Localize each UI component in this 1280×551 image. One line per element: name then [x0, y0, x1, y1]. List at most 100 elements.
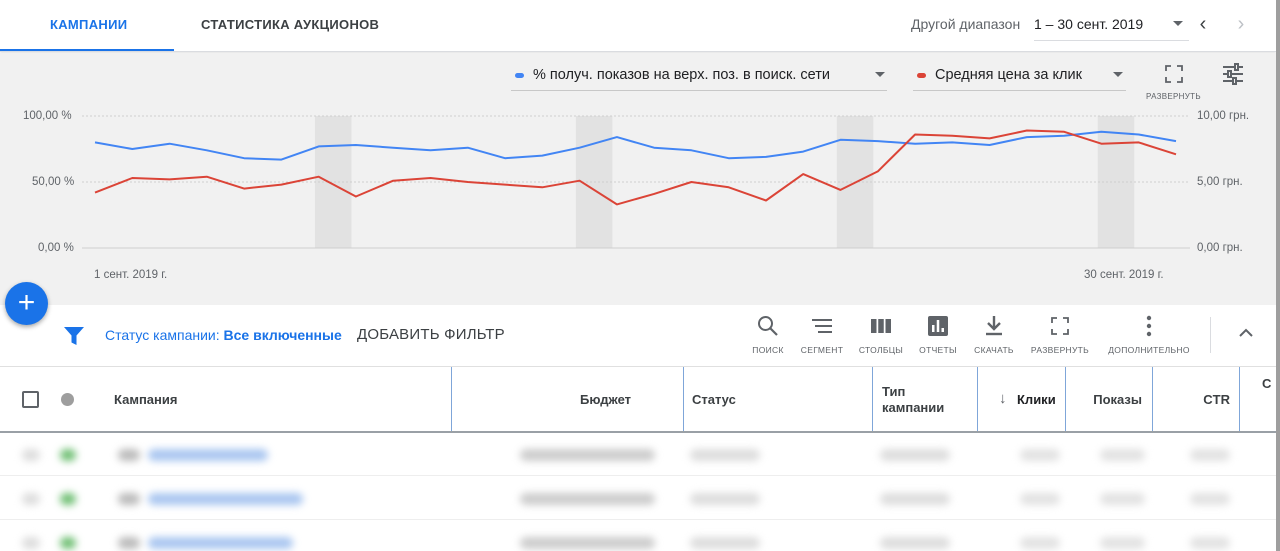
column-header-ctr[interactable]: CTR [1153, 367, 1239, 431]
expand-table-button[interactable]: РАЗВЕРНУТЬ [1030, 315, 1090, 355]
row-checkbox[interactable] [22, 449, 40, 461]
table-body [0, 433, 1280, 551]
columns-button[interactable]: СТОЛБЦЫ [858, 315, 904, 355]
chart-expand-icon[interactable] [1165, 65, 1183, 83]
column-label-status: Статус [692, 392, 736, 407]
row-impressions [1100, 493, 1145, 505]
table-row[interactable] [0, 477, 1276, 520]
series-color-red [917, 73, 926, 78]
row-budget [520, 493, 655, 505]
filter-value: Все включенные [223, 327, 342, 343]
column-label-clicks: Клики [1017, 392, 1056, 407]
row-budget [520, 537, 655, 549]
metric-label-avg-cpc: Средняя цена за клик [935, 67, 1082, 83]
row-checkbox[interactable] [22, 493, 40, 505]
metric-selector-avg-cpc[interactable]: Средняя цена за клик [913, 65, 1126, 91]
table-row[interactable] [0, 433, 1276, 476]
column-header-campaign-type[interactable]: Тип кампании [873, 367, 977, 431]
row-type [880, 449, 950, 461]
status-column-dot-icon [61, 393, 74, 406]
y-right-tick-label: 10,00 грн. [1197, 110, 1250, 122]
row-clicks [1020, 493, 1060, 505]
tab-campaigns[interactable]: КАМПАНИИ [50, 0, 127, 52]
reports-label: ОТЧЕТЫ [919, 345, 957, 355]
search-icon [758, 316, 778, 336]
segment-button[interactable]: СЕГМЕНТ [800, 315, 844, 355]
column-label-type-line1: Тип [882, 384, 906, 399]
column-label-budget: Бюджет [580, 392, 631, 407]
y-right-tick-label: 0,00 грн. [1197, 242, 1243, 254]
column-header-status[interactable]: Статус [684, 367, 872, 431]
segment-icon [812, 319, 832, 333]
y-right-tick-label: 5,00 грн. [1197, 176, 1243, 188]
more-vert-icon [1146, 315, 1152, 337]
column-header-next[interactable]: С [1240, 367, 1276, 431]
add-filter-button[interactable]: ДОБАВИТЬ ФИЛЬТР [357, 326, 505, 343]
row-type [880, 537, 950, 549]
select-all-checkbox[interactable] [22, 391, 39, 408]
tab-auction-insights[interactable]: СТАТИСТИКА АУКЦИОНОВ [201, 0, 379, 52]
table-row[interactable] [0, 521, 1276, 551]
column-label-campaign: Кампания [114, 392, 178, 407]
sort-descending-arrow-icon: ↓ [999, 390, 1007, 407]
search-label: ПОИСК [752, 345, 784, 355]
toolbar-divider [1210, 317, 1211, 353]
collapse-chevron-up-icon[interactable] [1238, 325, 1254, 341]
metric-dropdown-icon[interactable] [1113, 72, 1123, 77]
download-button[interactable]: СКАЧАТЬ [972, 315, 1016, 355]
filter-prefix: Статус кампании: [105, 327, 220, 343]
row-status-dot [60, 449, 76, 461]
x-tick-label-start: 1 сент. 2019 г. [94, 269, 168, 281]
row-type-icon [118, 449, 140, 461]
table-toolbar: Статус кампании: Все включенные ДОБАВИТЬ… [0, 305, 1276, 367]
chart-settings-icon[interactable] [1222, 63, 1244, 85]
expand-icon [1051, 317, 1069, 335]
active-tab-indicator [0, 49, 174, 51]
date-range-underline [1034, 40, 1189, 41]
row-checkbox[interactable] [22, 537, 40, 549]
column-header-clicks[interactable]: ↓ Клики [978, 367, 1065, 431]
y-left-tick-label: 50,00 % [32, 176, 75, 188]
more-button[interactable]: ДОПОЛНИТЕЛЬНО [1108, 315, 1190, 355]
active-filter-chip[interactable]: Статус кампании: Все включенные [105, 327, 342, 343]
row-ctr [1190, 493, 1230, 505]
x-tick-label-end: 30 сент. 2019 г. [1084, 269, 1164, 281]
window-edge [1276, 0, 1280, 551]
search-button[interactable]: ПОИСК [752, 315, 784, 355]
reports-icon [928, 316, 948, 336]
row-status [690, 449, 760, 461]
metric-selector-top-impression-share[interactable]: % получ. показов на верх. поз. в поиск. … [511, 65, 887, 91]
column-header-campaign[interactable]: Кампания [114, 367, 450, 431]
row-campaign-link[interactable] [148, 449, 268, 461]
more-label: ДОПОЛНИТЕЛЬНО [1108, 345, 1190, 355]
next-period-icon[interactable]: › [1231, 14, 1251, 36]
table-header: Кампания Бюджет Статус Тип кампании ↓ Кл… [0, 367, 1280, 433]
row-status-dot [60, 493, 76, 505]
row-campaign-link[interactable] [148, 537, 293, 549]
series-line-top-impression-share[interactable] [94, 130, 1177, 161]
column-header-impressions[interactable]: Показы [1066, 367, 1152, 431]
create-campaign-button[interactable]: + [5, 282, 48, 325]
row-clicks [1020, 449, 1060, 461]
row-clicks [1020, 537, 1060, 549]
download-icon [986, 316, 1002, 336]
filter-icon[interactable] [64, 327, 84, 345]
row-status [690, 537, 760, 549]
date-range-selector[interactable]: 1 – 30 сент. 2019 [1034, 16, 1143, 32]
row-campaign-link[interactable] [148, 493, 303, 505]
metric-label-top-impression-share: % получ. показов на верх. поз. в поиск. … [533, 67, 830, 83]
reports-button[interactable]: ОТЧЕТЫ [918, 315, 958, 355]
date-range-label: Другой диапазон [911, 16, 1021, 32]
column-header-budget[interactable]: Бюджет [452, 367, 683, 431]
column-label-ctr: CTR [1203, 392, 1230, 407]
y-left-tick-label: 100,00 % [23, 110, 72, 122]
column-label-type-line2: кампании [882, 400, 945, 415]
row-type-icon [118, 537, 140, 549]
top-tab-bar: КАМПАНИИ СТАТИСТИКА АУКЦИОНОВ Другой диа… [0, 0, 1276, 52]
date-range-dropdown-icon[interactable] [1173, 21, 1183, 26]
metric-dropdown-icon[interactable] [875, 72, 885, 77]
previous-period-icon[interactable]: ‹ [1193, 14, 1213, 36]
row-impressions [1100, 449, 1145, 461]
series-color-blue [515, 73, 524, 78]
performance-chart-panel: % получ. показов на верх. поз. в поиск. … [0, 53, 1276, 305]
